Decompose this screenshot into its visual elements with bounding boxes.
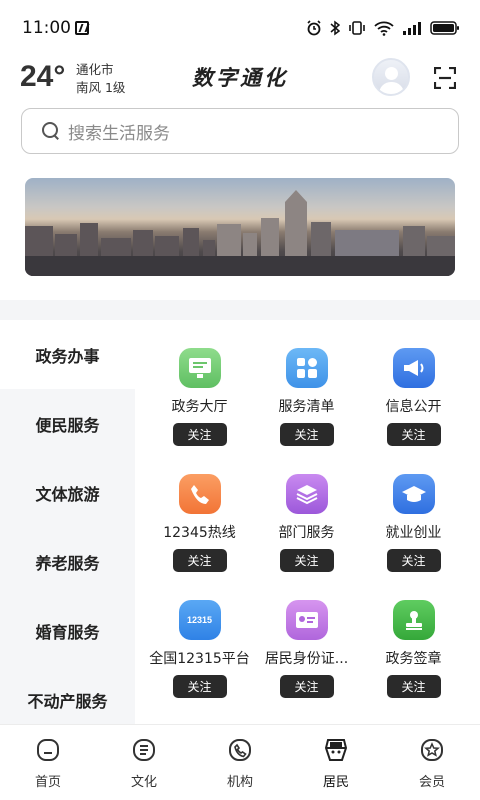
tab-resident[interactable]: 居民 xyxy=(288,725,384,800)
follow-button[interactable]: 关注 xyxy=(279,549,334,572)
status-icons xyxy=(306,20,460,36)
monitor-icon xyxy=(178,348,221,389)
member-icon xyxy=(421,739,443,761)
scan-icon[interactable] xyxy=(434,67,456,89)
vibrate-icon xyxy=(349,21,365,35)
service-item[interactable]: 部门服务 关注 xyxy=(249,446,364,572)
nfc-icon xyxy=(75,21,89,35)
signal-icon xyxy=(403,22,421,35)
category-item[interactable]: 养老服务 xyxy=(0,527,135,596)
tab-member[interactable]: 会员 xyxy=(384,725,480,800)
megaphone-icon xyxy=(392,348,435,389)
battery-icon xyxy=(430,21,459,35)
tab-home[interactable]: 首页 xyxy=(0,725,96,800)
service-label: 信息公开 xyxy=(385,399,442,416)
follow-button[interactable]: 关注 xyxy=(386,675,441,698)
service-label: 12345热线 xyxy=(163,525,236,542)
bottom-tab-bar: 首页 文化 机构 居民 会员 xyxy=(0,724,480,800)
wifi-icon xyxy=(374,21,394,36)
id-card-icon xyxy=(285,600,328,641)
section-divider xyxy=(0,300,480,320)
follow-button[interactable]: 关注 xyxy=(386,423,441,446)
category-item[interactable]: 文体旅游 xyxy=(0,458,135,527)
alarm-icon xyxy=(307,20,321,36)
tab-label: 文化 xyxy=(130,775,157,790)
user-avatar[interactable] xyxy=(372,58,410,96)
clock-text: 11:00 xyxy=(22,18,71,38)
resident-icon xyxy=(324,739,348,761)
city-banner-image[interactable] xyxy=(25,178,455,276)
service-label: 居民身份证... xyxy=(264,651,349,668)
phone-icon xyxy=(178,474,221,515)
follow-button[interactable]: 关注 xyxy=(279,675,334,698)
follow-button[interactable]: 关注 xyxy=(172,675,227,698)
service-item[interactable]: 居民身份证... 关注 xyxy=(249,572,364,698)
badge-12315-icon: 12315 xyxy=(178,600,221,641)
badge-12315-text: 12315 xyxy=(186,615,213,626)
service-item[interactable]: 服务清单 关注 xyxy=(249,320,364,446)
follow-button[interactable]: 关注 xyxy=(172,549,227,572)
home-icon xyxy=(37,739,59,761)
follow-button[interactable]: 关注 xyxy=(172,423,227,446)
service-item[interactable]: 政务签章 关注 xyxy=(356,572,471,698)
tab-institution[interactable]: 机构 xyxy=(192,725,288,800)
institution-icon xyxy=(229,739,251,761)
category-sidebar: 政务办事 便民服务 文体旅游 养老服务 婚育服务 不动产服务 xyxy=(0,320,135,724)
tab-label: 机构 xyxy=(226,775,253,790)
service-item[interactable]: 政务大厅 关注 xyxy=(142,320,257,446)
search-placeholder: 搜索生活服务 xyxy=(68,123,170,144)
stamp-icon xyxy=(392,600,435,641)
category-item[interactable]: 婚育服务 xyxy=(0,596,135,665)
grid-list-icon xyxy=(285,348,328,389)
service-label: 政务大厅 xyxy=(171,399,228,416)
tab-culture[interactable]: 文化 xyxy=(96,725,192,800)
tab-label: 首页 xyxy=(34,775,61,790)
follow-button[interactable]: 关注 xyxy=(386,549,441,572)
service-label: 政务签章 xyxy=(385,651,442,668)
search-bar[interactable]: 搜索生活服务 xyxy=(21,108,459,154)
layers-icon xyxy=(285,474,328,515)
status-bar: 11:00 xyxy=(0,0,480,56)
status-time: 11:00 xyxy=(22,18,89,38)
service-label: 就业创业 xyxy=(385,525,442,542)
graduation-cap-icon xyxy=(392,474,435,515)
category-item[interactable]: 政务办事 xyxy=(0,320,135,389)
service-item[interactable]: 12345热线 关注 xyxy=(142,446,257,572)
category-item[interactable]: 便民服务 xyxy=(0,389,135,458)
tab-label: 居民 xyxy=(322,775,349,790)
service-grid: 政务大厅 关注 服务清单 关注 信息公开 关注 12345热线 关注 部门服务 … xyxy=(135,320,480,724)
bluetooth-icon xyxy=(330,20,340,36)
service-item[interactable]: 信息公开 关注 xyxy=(356,320,471,446)
culture-icon xyxy=(133,739,155,761)
service-item[interactable]: 12315 全国12315平台 关注 xyxy=(142,572,257,698)
service-label: 部门服务 xyxy=(278,525,335,542)
service-label: 全国12315平台 xyxy=(149,651,250,668)
search-icon xyxy=(42,122,60,140)
tab-label: 会员 xyxy=(418,775,445,790)
service-label: 服务清单 xyxy=(278,399,335,416)
header: 24° 通化市 南风 1级 数字通化 xyxy=(0,56,480,102)
follow-button[interactable]: 关注 xyxy=(279,423,334,446)
service-item[interactable]: 就业创业 关注 xyxy=(356,446,471,572)
